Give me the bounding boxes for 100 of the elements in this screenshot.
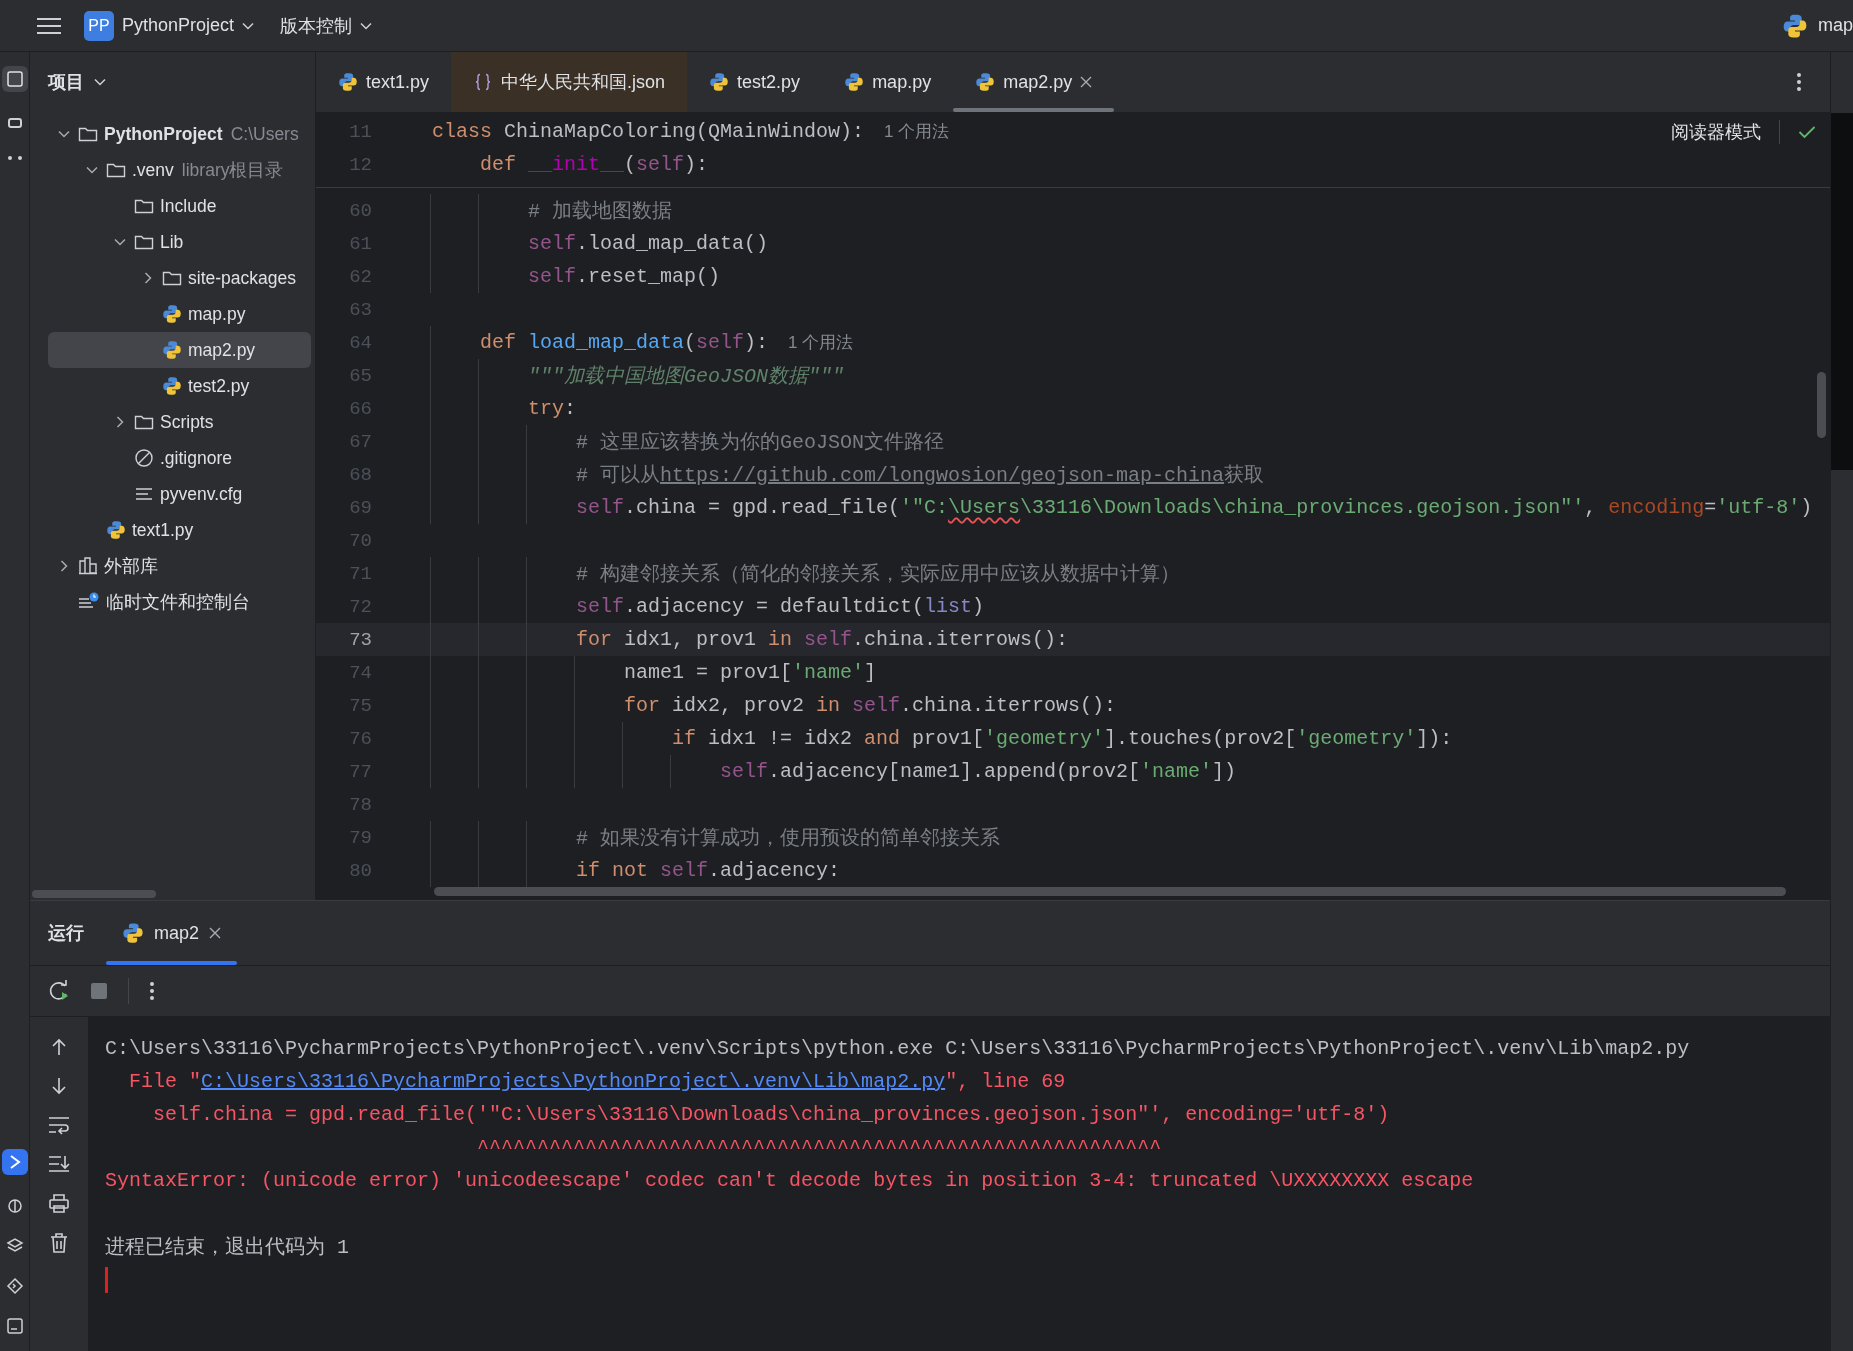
editor-tab[interactable]: test2.py [687, 52, 823, 112]
code-line: name1 = prov1['name'] [624, 661, 877, 684]
tree-item[interactable]: 外部库 [48, 548, 311, 584]
python-icon [709, 72, 730, 92]
tree-item[interactable]: pyvenv.cfg [48, 476, 311, 512]
trash-icon[interactable] [49, 1232, 69, 1254]
console-line: self.china = gpd.read_file('"C:\Users\33116\Downloads\china_provinces.geojson.json"', encoding='utf-8') [152, 1103, 1390, 1126]
console-line: ^^^^^^^^^^^^^^^^^^^^^^^^^^^^^^^^^^^^^^^^^^^^^^^^^^^^^^^^^ [476, 1136, 1162, 1159]
close-icon[interactable] [209, 927, 222, 939]
console-line: File "C:\Users\33116\PycharmProjects\PythonProject\.venv\Lib\map2.py", line 69 [128, 1070, 1066, 1093]
code-line: self.adjacency[name1].append(prov2['name']) [720, 760, 1237, 783]
code-line: # 这里应该替换为你的GeoJSON文件路径 [576, 430, 945, 455]
usage-hint[interactable]: 1 个用法 [788, 331, 854, 354]
check-icon [1798, 125, 1816, 139]
layers-icon[interactable] [5, 1237, 24, 1255]
folder-icon [106, 161, 126, 179]
reader-mode-button[interactable]: 阅读器模式 [1671, 120, 1761, 144]
editor-tab[interactable]: 中华人民共和国.json [451, 52, 688, 112]
console-link[interactable]: C:\Users\33116\PycharmProjects\PythonProject\.venv\Lib\map2.py [201, 1070, 946, 1093]
tree-item[interactable]: Lib [48, 224, 311, 260]
library-icon [78, 557, 98, 575]
more-icon[interactable] [1796, 72, 1802, 92]
python-icon [338, 72, 358, 92]
folder-icon [134, 413, 154, 431]
code-line: self.reset_map() [528, 265, 721, 288]
scrollbar[interactable] [434, 887, 1786, 896]
panel-title[interactable]: 项目 [48, 70, 84, 94]
tree-item[interactable]: .venv library根目录 [48, 152, 311, 188]
caret-icon [360, 21, 373, 30]
panel-title: 运行 [47, 922, 85, 945]
editor-tab[interactable]: text1.py [316, 52, 452, 112]
tree-item[interactable]: Include [48, 188, 311, 224]
tree-item[interactable]: map2.py [48, 332, 311, 368]
python-icon [1782, 12, 1808, 39]
python-icon [844, 72, 865, 92]
run-tab[interactable]: map2 [106, 901, 238, 965]
close-icon[interactable] [1080, 76, 1093, 88]
code-line: # 构建邻接关系（简化的邻接关系，实际应用中应该从数据中计算） [576, 562, 1180, 587]
code-line: # 可以从https://github.com/longwosion/geojson-map-china获取 [576, 463, 1265, 488]
soft-wrap-icon[interactable] [48, 1115, 70, 1135]
terminal-icon[interactable] [5, 1317, 24, 1335]
menu-icon[interactable] [36, 15, 62, 36]
project-icon[interactable] [5, 70, 24, 88]
python-icon [162, 304, 182, 324]
python-icon [122, 922, 144, 944]
tree-item[interactable]: .gitignore [48, 440, 311, 476]
scroll-to-end-icon[interactable] [48, 1154, 70, 1174]
prohibited-icon [134, 448, 154, 468]
code-line: def __init__(self): [480, 153, 709, 176]
console-line: 进程已结束，退出代码为 1 [105, 1235, 349, 1260]
console-line: SyntaxError: (unicode error) 'unicodeescape' codec can't decode bytes in position 3-4: truncated \UXXXXXXXX escape [105, 1169, 1474, 1192]
tree-item[interactable]: PythonProject C:\Users [48, 116, 311, 152]
project-selector[interactable]: PP PythonProject [76, 4, 263, 47]
folder-icon [162, 269, 182, 287]
down-arrow-icon[interactable] [49, 1076, 69, 1096]
print-icon[interactable] [48, 1193, 70, 1213]
code-line: for idx2, prov2 in self.china.iterrows(): [624, 694, 1117, 717]
stop-icon[interactable] [90, 982, 108, 1000]
tree-item[interactable]: test2.py [48, 368, 311, 404]
code-line: self.adjacency = defaultdict(list) [576, 595, 985, 618]
scrollbar[interactable] [32, 890, 156, 898]
python-icon [162, 340, 182, 360]
rerun-icon[interactable] [48, 980, 70, 1002]
folder-icon [134, 197, 154, 215]
python-icon [162, 376, 182, 396]
caret-icon [242, 21, 255, 30]
path-hint: C:\Users [230, 123, 299, 145]
tree-item[interactable]: site-packages [48, 260, 311, 296]
run-config-selector[interactable]: map [1782, 12, 1853, 39]
usage-hint[interactable]: 1 个用法 [884, 120, 950, 143]
code-line: """加载中国地图GeoJSON数据""" [528, 364, 845, 389]
path-hint: library根目录 [181, 159, 284, 182]
caret-icon [94, 78, 106, 86]
folder-icon [134, 233, 154, 251]
code-line: if idx1 != idx2 and prov1['geometry'].touches(prov2['geometry']): [672, 727, 1453, 750]
text-cursor [105, 1267, 108, 1293]
tree-item[interactable]: 临时文件和控制台 [48, 584, 311, 620]
scrollbar[interactable] [1817, 372, 1826, 438]
tree-item[interactable]: Scripts [48, 404, 311, 440]
code-line: try: [528, 397, 577, 420]
more-icon[interactable] [5, 154, 24, 162]
code-line: class ChinaMapColoring(QMainWindow): [432, 120, 865, 143]
code-line: self.china = gpd.read_file('"C:\Users\33116\Downloads\china_provinces.geojson.json"', encoding='utf-8') [576, 496, 1813, 519]
tree-item[interactable]: map.py [48, 296, 311, 332]
line-number: 73 [348, 628, 372, 651]
python-icon [975, 72, 996, 92]
text-lines-icon [134, 485, 154, 503]
code-link[interactable]: https://github.com/longwosion/geojson-map-china [660, 464, 1225, 487]
editor-tab[interactable]: map.py [822, 52, 954, 112]
tree-item[interactable]: text1.py [48, 512, 311, 548]
code-line: if not self.adjacency: [576, 859, 841, 882]
code-line: for idx1, prov1 in self.china.iterrows(): [576, 628, 1069, 651]
editor-tab[interactable]: map2.py [953, 52, 1115, 112]
more-icon[interactable] [149, 981, 155, 1001]
console-line: C:\Users\33116\PycharmProjects\PythonProject\.venv\Scripts\python.exe C:\Users\33116\PycharmProjects\PythonProject\.venv\Lib\map2.py [105, 1037, 1690, 1060]
code-line: # 加载地图数据 [528, 199, 672, 224]
vcs-menu[interactable]: 版本控制 [272, 7, 381, 44]
code-line: self.load_map_data() [528, 232, 769, 255]
python-icon [106, 520, 126, 540]
code-line: # 如果没有计算成功，使用预设的简单邻接关系 [576, 826, 1000, 851]
